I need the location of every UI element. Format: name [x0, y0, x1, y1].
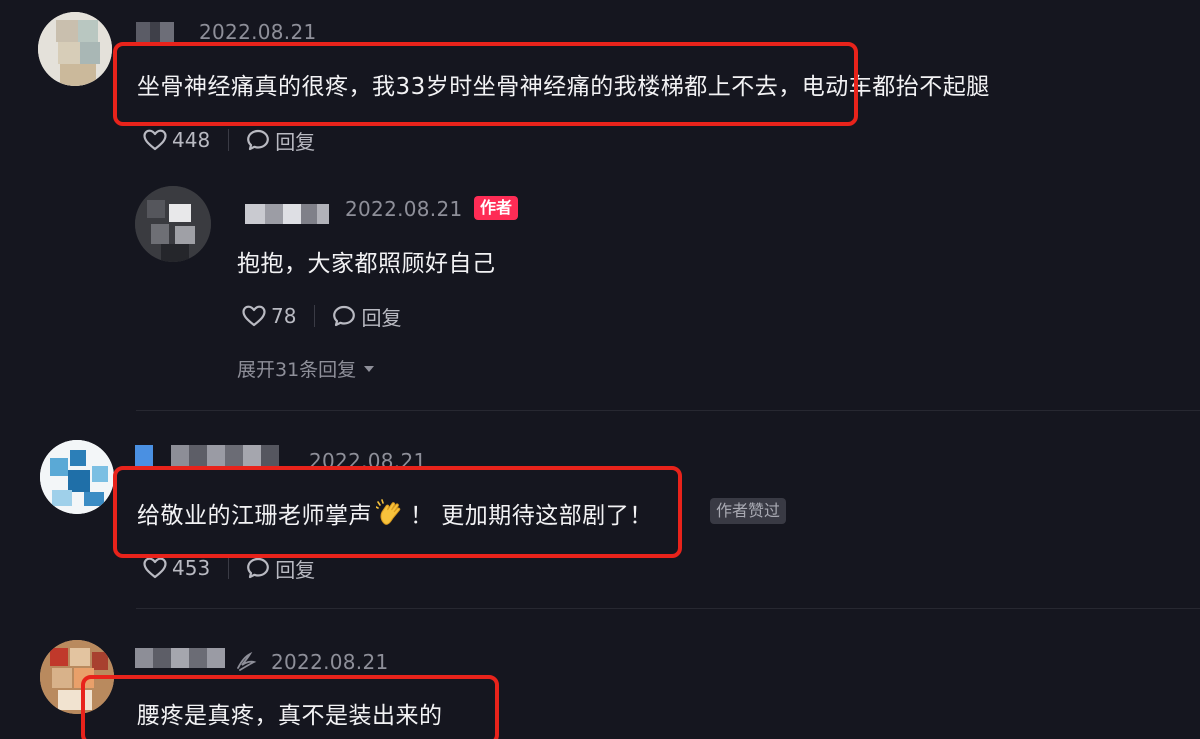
reply-label: 回复 [275, 129, 316, 154]
reply-label: 回复 [275, 557, 316, 582]
comment-actions: 453 回复 [142, 554, 315, 583]
avatar[interactable] [40, 440, 114, 514]
divider [228, 557, 230, 579]
heart-icon [242, 305, 266, 327]
comment-actions: 448 回复 [142, 126, 315, 155]
comment-separator [136, 410, 1200, 411]
heart-icon [143, 557, 167, 579]
comment-text: 腰疼是真疼，真不是装出来的 [137, 703, 443, 729]
username-blurred[interactable] [135, 648, 225, 668]
comment-bubble-icon [247, 129, 270, 151]
like-button[interactable]: 78 [241, 304, 296, 328]
comment-date: 2022.08.21 [199, 20, 317, 44]
divider [228, 129, 230, 151]
comment-text: 抱抱，大家都照顾好自己 [237, 251, 496, 277]
author-liked-badge: 作者赞过 [710, 498, 787, 524]
reply-button[interactable]: 回复 [245, 126, 315, 155]
comment-text-part: ！ 更加期待这部剧了！ [410, 503, 653, 529]
heart-icon [143, 129, 167, 151]
comment-text-part: 给敬业的江珊老师掌声 [137, 503, 372, 529]
like-count: 453 [172, 556, 211, 580]
avatar[interactable] [40, 640, 114, 714]
reply-button[interactable]: 回复 [245, 554, 315, 583]
comment-separator [136, 608, 1200, 609]
comment-bubble-icon [247, 557, 270, 579]
avatar[interactable] [38, 12, 112, 86]
comment-actions: 78 回复 [241, 302, 401, 331]
comment-date: 2022.08.21 [309, 449, 427, 473]
avatar[interactable] [135, 186, 211, 262]
like-count: 78 [271, 304, 297, 328]
comment-feed: 2022.08.21 坐骨神经痛真的很疼，我33岁时坐骨神经痛的我楼梯都上不去，… [0, 0, 1200, 739]
like-count: 448 [172, 128, 211, 152]
signature-mark-icon [237, 651, 257, 671]
divider [314, 305, 316, 327]
author-badge: 作者 [474, 196, 519, 220]
comment-date: 2022.08.21 [271, 650, 389, 674]
expand-replies-button[interactable]: 展开31条回复 [237, 355, 375, 382]
clapping-hands-icon [376, 499, 401, 525]
comment-text: 给敬业的江珊老师掌声 ！ 更加期待这部剧了！ [137, 496, 653, 530]
chevron-down-icon [364, 365, 375, 372]
like-button[interactable]: 448 [142, 128, 210, 152]
username-blurred[interactable] [245, 204, 329, 224]
username-blurred[interactable] [135, 445, 279, 469]
like-button[interactable]: 453 [142, 556, 210, 580]
comment-date: 2022.08.21 [345, 197, 463, 221]
comment-text: 坐骨神经痛真的很疼，我33岁时坐骨神经痛的我楼梯都上不去，电动车都抬不起腿 [137, 74, 990, 100]
reply-label: 回复 [361, 305, 402, 330]
username-blurred[interactable] [136, 22, 174, 42]
comment-bubble-icon [333, 305, 356, 327]
expand-replies-label: 展开31条回复 [237, 359, 357, 381]
reply-button[interactable]: 回复 [331, 302, 401, 331]
